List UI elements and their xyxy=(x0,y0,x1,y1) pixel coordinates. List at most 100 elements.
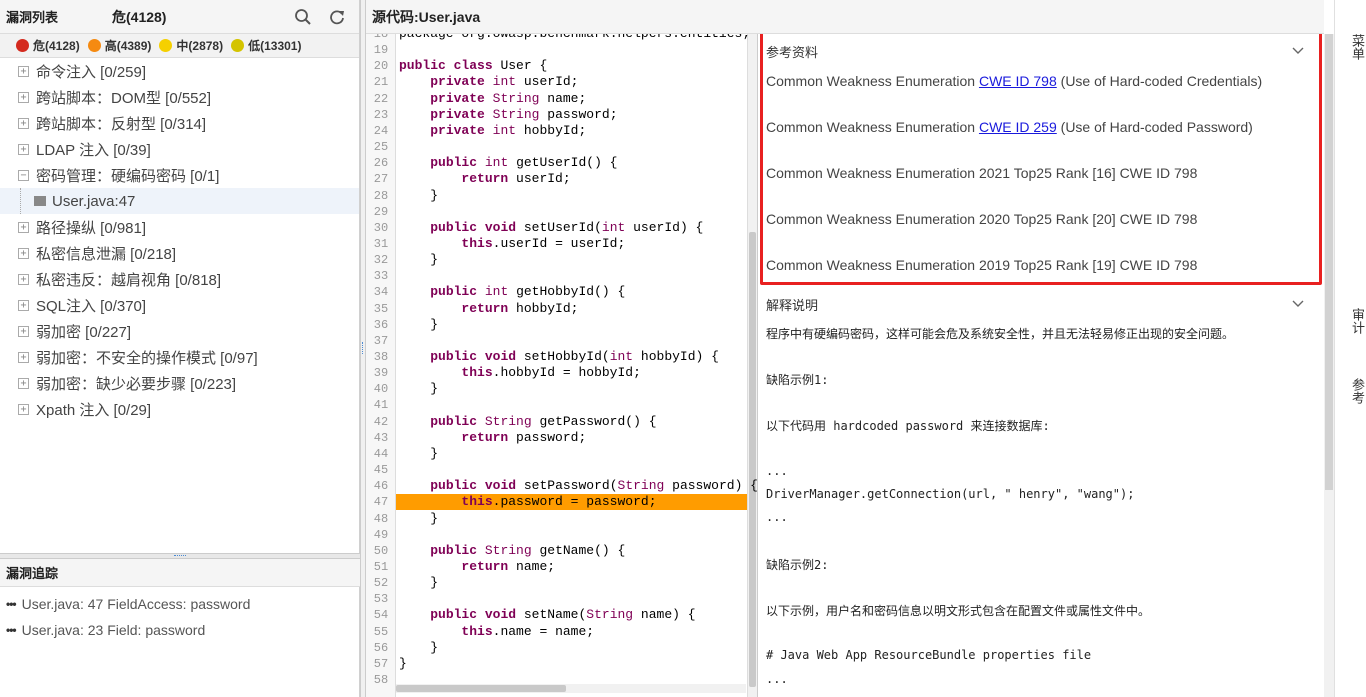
line-number: 29 xyxy=(373,204,389,219)
tree-category-item[interactable]: + LDAP 注入 [0/39] xyxy=(0,136,359,162)
refresh-icon[interactable] xyxy=(325,5,349,29)
severity-dot-icon xyxy=(231,39,245,52)
cwe-link[interactable]: CWE ID 259 xyxy=(979,119,1057,135)
tree-category-label: 弱加密 [0/227] xyxy=(36,323,132,341)
severity-filter-item[interactable]: 高(4389) xyxy=(87,37,152,54)
trace-item[interactable]: ••• User.java: 47 FieldAccess: password xyxy=(0,591,360,617)
reference-text: Common Weakness Enumeration xyxy=(766,119,979,135)
line-number: 49 xyxy=(373,527,389,542)
tree-category-item[interactable]: + 弱加密 [0/227] xyxy=(0,318,359,344)
trace-item[interactable]: ••• User.java: 23 Field: password xyxy=(0,617,360,643)
source-code-viewer[interactable]: 18 package org.owasp.benchmark.helpers.en… xyxy=(366,34,758,697)
line-number: 22 xyxy=(373,91,389,106)
severity-filter-item[interactable]: 危(4128) xyxy=(16,37,80,54)
code-line: 41 xyxy=(366,397,747,413)
severity-summary-bar: 危(4128) 高(4389) 中(2878) 低(13301) xyxy=(0,34,359,58)
code-line: 42 public String getPassword() { xyxy=(366,414,747,430)
code-line: 38 public void setHobbyId(int hobbyId) { xyxy=(366,349,747,365)
cwe-link[interactable]: CWE ID 798 xyxy=(979,73,1057,89)
tree-category-label: 跨站脚本：DOM型 [0/552] xyxy=(36,89,212,107)
explanation-line: # Java Web App ResourceBundle properties… xyxy=(766,648,1092,663)
tree-category-item[interactable]: + 路径操纵 [0/981] xyxy=(0,214,359,240)
severity-dot-icon xyxy=(159,39,173,52)
code-line: 46 public void setPassword(String passwo… xyxy=(366,478,757,494)
code-line: 24 private int hobbyId; xyxy=(366,123,747,139)
expand-icon[interactable]: + xyxy=(18,221,29,233)
code-text: } xyxy=(399,575,439,591)
explanation-line: 以下示例，用户名和密码信息以明文形式包含在配置文件或属性文件中。 xyxy=(766,604,1151,619)
expand-icon[interactable]: + xyxy=(18,299,29,311)
side-tab[interactable]: 菜单 xyxy=(1335,34,1366,60)
severity-filter-item[interactable]: 低(13301) xyxy=(231,37,301,54)
line-number: 56 xyxy=(373,640,389,655)
references-section-header[interactable]: 参考资料 xyxy=(766,41,1306,61)
tree-category-item[interactable]: − 密码管理：硬编码密码 [0/1] xyxy=(0,162,359,188)
side-tab[interactable]: 参考 xyxy=(1335,378,1366,404)
severity-filter-item[interactable]: 中(2878) xyxy=(159,37,223,54)
reference-text: Common Weakness Enumeration 2019 Top25 R… xyxy=(766,257,1198,273)
chevron-down-icon[interactable] xyxy=(1290,43,1306,59)
tree-category-label: SQL注入 [0/370] xyxy=(36,297,147,315)
expand-icon[interactable]: + xyxy=(18,325,29,337)
code-line: 37 xyxy=(366,333,747,349)
expand-icon[interactable]: + xyxy=(18,351,29,363)
tree-category-item[interactable]: + 跨站脚本：反射型 [0/314] xyxy=(0,110,359,136)
search-icon[interactable] xyxy=(291,5,315,29)
severity-label: 高(4389) xyxy=(104,39,152,53)
code-line: 39 this.hobbyId = hobbyId; xyxy=(366,365,747,381)
detail-vertical-scrollbar[interactable] xyxy=(1324,34,1334,697)
side-tab[interactable]: 审计 xyxy=(1335,308,1366,334)
tree-category-item[interactable]: + 弱加密：缺少必要步骤 [0/223] xyxy=(0,370,359,396)
tree-category-item[interactable]: + Xpath 注入 [0/29] xyxy=(0,396,359,422)
tree-category-item[interactable]: + 弱加密：不安全的操作模式 [0/97] xyxy=(0,344,359,370)
code-text: return password; xyxy=(461,429,587,445)
tree-category-item[interactable]: + 私密信息泄漏 [0/218] xyxy=(0,240,359,266)
file-icon xyxy=(34,196,46,206)
reference-text: Common Weakness Enumeration 2021 Top25 R… xyxy=(766,165,1198,181)
explanation-line: 以下代码用 hardcoded password 来连接数据库: xyxy=(766,419,1050,434)
source-code-header: 源代码:User.java xyxy=(366,0,1324,34)
line-number: 36 xyxy=(373,317,389,332)
expand-icon[interactable]: + xyxy=(18,143,29,155)
tree-category-item[interactable]: + SQL注入 [0/370] xyxy=(0,292,359,318)
code-line: 33 xyxy=(366,268,747,284)
code-vertical-scrollbar[interactable] xyxy=(747,34,757,697)
code-line: 31 this.userId = userId; xyxy=(366,236,747,252)
reference-item: Common Weakness Enumeration 2021 Top25 R… xyxy=(766,165,1197,181)
tree-category-item[interactable]: + 私密违反：越肩视角 [0/818] xyxy=(0,266,359,292)
explanation-line: ... xyxy=(766,463,788,478)
expand-icon[interactable]: + xyxy=(18,65,29,77)
line-number: 18 xyxy=(373,34,389,41)
code-line: 43 return password; xyxy=(366,430,747,446)
explanation-line: ... xyxy=(766,671,788,686)
code-line: 51 return name; xyxy=(366,559,747,575)
tree-category-label: 弱加密：不安全的操作模式 [0/97] xyxy=(36,349,258,367)
collapse-icon[interactable]: − xyxy=(18,169,29,181)
code-line: 44 } xyxy=(366,446,747,462)
tree-category-label: 路径操纵 [0/981] xyxy=(36,219,147,237)
expand-icon[interactable]: + xyxy=(18,273,29,285)
tree-category-label: 命令注入 [0/259] xyxy=(36,63,147,81)
code-text: private String password; xyxy=(430,106,618,122)
tree-category-item[interactable]: + 命令注入 [0/259] xyxy=(0,58,359,84)
code-text: public class User { xyxy=(399,58,548,74)
chevron-down-icon[interactable] xyxy=(1290,296,1306,312)
expand-icon[interactable]: + xyxy=(18,377,29,389)
expand-icon[interactable]: + xyxy=(18,403,29,415)
tree-category-item[interactable]: + 跨站脚本：DOM型 [0/552] xyxy=(0,84,359,110)
expand-icon[interactable]: + xyxy=(18,91,29,103)
tree-leaf-label: User.java:47 xyxy=(52,192,136,210)
code-line: 40 } xyxy=(366,381,747,397)
line-number: 57 xyxy=(373,656,389,671)
code-text: private String name; xyxy=(430,90,587,106)
trace-item-label: User.java: 47 FieldAccess: password xyxy=(21,596,251,612)
tree-leaf-item[interactable]: User.java:47 xyxy=(0,188,359,214)
code-line: 25 xyxy=(366,139,747,155)
explanation-section-header[interactable]: 解释说明 xyxy=(766,294,1306,314)
expand-icon[interactable]: + xyxy=(18,117,29,129)
explanation-line: 程序中有硬编码密码，这样可能会危及系统安全性，并且无法轻易修正出现的安全问题。 xyxy=(766,327,1235,341)
line-number: 46 xyxy=(373,479,389,494)
line-number: 39 xyxy=(373,366,389,381)
code-text: return hobbyId; xyxy=(461,300,579,316)
expand-icon[interactable]: + xyxy=(18,247,29,259)
